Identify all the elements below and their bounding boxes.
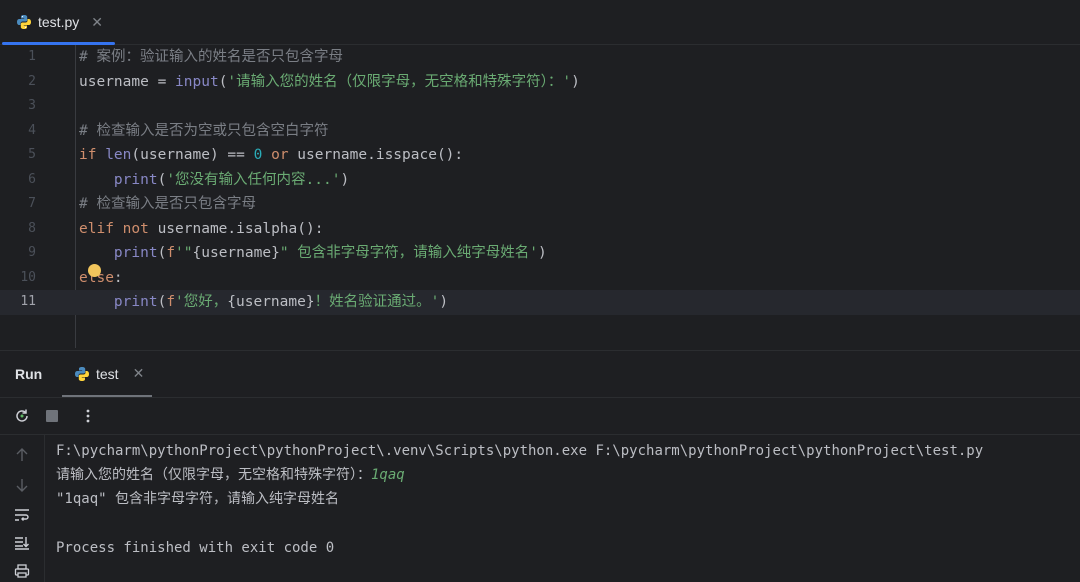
code-token: # 检查输入是否为空或只包含空白字符 <box>79 122 329 139</box>
code-token: '您没有输入任何内容...' <box>166 171 341 188</box>
code-token: '" <box>175 245 193 261</box>
close-icon[interactable]: ✕ <box>133 365 145 382</box>
line-number: 1 <box>28 49 36 64</box>
code-line[interactable]: 5 if len(username) == 0 or username.isspa… <box>0 143 1080 168</box>
code-token: f <box>166 245 176 261</box>
code-token: f <box>166 294 176 310</box>
code-token: ) <box>571 73 580 90</box>
code-token: '您好， <box>175 294 228 310</box>
run-tab-test[interactable]: test ✕ <box>74 365 144 382</box>
code-token: len <box>105 147 132 163</box>
console-user-input: 1qaq <box>371 467 405 483</box>
lightbulb-intention-icon[interactable] <box>88 264 101 277</box>
scroll-down-icon[interactable] <box>12 475 32 495</box>
code-line[interactable]: 6 print('您没有输入任何内容...') <box>0 168 1080 193</box>
stop-icon[interactable] <box>42 406 62 426</box>
code-token: print <box>113 171 158 188</box>
console-prompt-line: 请输入您的姓名（仅限字母，无空格和特殊字符）：1qaq <box>56 463 405 487</box>
line-number: 11 <box>20 294 36 309</box>
code-token: " 包含非字母字符，请输入纯字母姓名' <box>279 245 539 261</box>
code-token: # 案例：验证输入的姓名是否只包含字母 <box>79 49 343 65</box>
code-token: '请输入您的姓名（仅限字母，无空格和特殊字符）：' <box>227 73 572 90</box>
code-token: ( <box>157 294 167 310</box>
code-token: (username) == <box>131 147 254 163</box>
code-text: # 案例：验证输入的姓名是否只包含字母 <box>79 45 343 70</box>
code-line[interactable]: 9 print(f'"{username}" 包含非字母字符，请输入纯字母姓名'… <box>0 241 1080 266</box>
code-token: input <box>175 73 219 90</box>
code-text: # 检查输入是否为空或只包含空白字符 <box>79 119 328 144</box>
line-number: 10 <box>20 269 36 285</box>
console-output-line: "1qaq" 包含非字母字符，请输入纯字母姓名 <box>56 491 339 507</box>
code-line[interactable]: 4 # 检查输入是否为空或只包含空白字符 <box>0 119 1080 144</box>
line-number: 6 <box>28 171 36 187</box>
line-number: 9 <box>28 245 36 260</box>
code-token: ) <box>439 294 449 310</box>
run-header: Run test ✕ <box>0 351 1080 398</box>
line-number: 7 <box>28 196 36 211</box>
code-token: ) <box>340 171 350 188</box>
run-toolbar <box>0 398 1080 435</box>
python-file-icon <box>74 366 90 382</box>
code-token: {username} <box>192 245 280 261</box>
code-token: username.isspace(): <box>297 147 464 163</box>
code-token: ) <box>538 245 547 261</box>
code-line[interactable]: 11 print(f'您好，{username}！姓名验证通过。') <box>0 290 1080 315</box>
code-line[interactable]: 8 elif not username.isalpha(): <box>0 217 1080 242</box>
code-text: # 检查输入是否只包含字母 <box>79 192 256 217</box>
code-line[interactable]: 10 else: <box>0 266 1080 291</box>
code-editor[interactable]: 1 # 案例：验证输入的姓名是否只包含字母 2 username = input('请… <box>0 45 1080 348</box>
line-number: 2 <box>28 73 36 89</box>
line-number: 5 <box>28 147 36 162</box>
code-line[interactable]: 7 # 检查输入是否只包含字母 <box>0 192 1080 217</box>
editor-tab-test-py[interactable]: test.py ✕ <box>0 0 116 45</box>
console-prompt: 请输入您的姓名（仅限字母，无空格和特殊字符）： <box>56 467 371 483</box>
run-panel-title: Run <box>15 366 43 382</box>
code-text: print(f'"{username}" 包含非字母字符，请输入纯字母姓名') <box>79 241 547 266</box>
code-token: username = <box>79 73 176 90</box>
run-tool-window: Run test ✕ F:\pycharm\pythonProject\pyth… <box>0 350 1080 582</box>
code-token: ( <box>157 171 167 188</box>
print-icon[interactable] <box>12 561 32 581</box>
code-token: {username} <box>227 294 315 310</box>
rerun-icon[interactable] <box>12 406 32 426</box>
editor-tab-label: test.py <box>38 14 80 30</box>
code-line[interactable]: 1 # 案例：验证输入的姓名是否只包含字母 <box>0 45 1080 70</box>
code-token: ( <box>157 245 167 261</box>
code-token: print <box>113 245 158 261</box>
code-token: elif not <box>79 220 158 237</box>
scroll-to-end-icon[interactable] <box>12 533 32 553</box>
more-options-icon[interactable] <box>78 406 98 426</box>
code-token: ！姓名验证通过。' <box>314 294 440 310</box>
code-line[interactable]: 3 <box>0 94 1080 119</box>
code-line[interactable]: 2 username = input('请输入您的姓名（仅限字母，无空格和特殊字符… <box>0 70 1080 95</box>
code-token: username.isalpha(): <box>157 220 324 237</box>
console-command-line: F:\pycharm\pythonProject\pythonProject\.… <box>56 443 984 459</box>
code-text: username = input('请输入您的姓名（仅限字母，无空格和特殊字符）… <box>79 70 580 95</box>
editor-tab-bar: test.py ✕ <box>0 0 1080 45</box>
scroll-up-icon[interactable] <box>12 445 32 465</box>
line-number: 8 <box>28 220 36 236</box>
line-number: 3 <box>28 98 36 113</box>
code-token: # 检查输入是否只包含字母 <box>79 196 256 212</box>
code-token: or <box>262 147 298 163</box>
code-token: print <box>113 294 158 310</box>
code-text: print(f'您好，{username}！姓名验证通过。') <box>79 290 448 315</box>
line-number: 4 <box>28 122 36 138</box>
soft-wrap-icon[interactable] <box>12 505 32 525</box>
code-text: elif not username.isalpha(): <box>79 217 323 242</box>
code-text: if len(username) == 0 or username.isspac… <box>79 143 463 168</box>
code-token: : <box>113 269 123 286</box>
close-icon[interactable]: ✕ <box>91 14 103 31</box>
console-side-toolbar <box>0 435 45 582</box>
run-tab-indicator <box>62 395 152 397</box>
code-token: if <box>79 147 106 163</box>
console-exit-message: Process finished with exit code 0 <box>56 540 335 556</box>
run-tab-label: test <box>96 365 119 382</box>
python-file-icon <box>16 14 32 30</box>
code-text: print('您没有输入任何内容...') <box>79 168 349 193</box>
